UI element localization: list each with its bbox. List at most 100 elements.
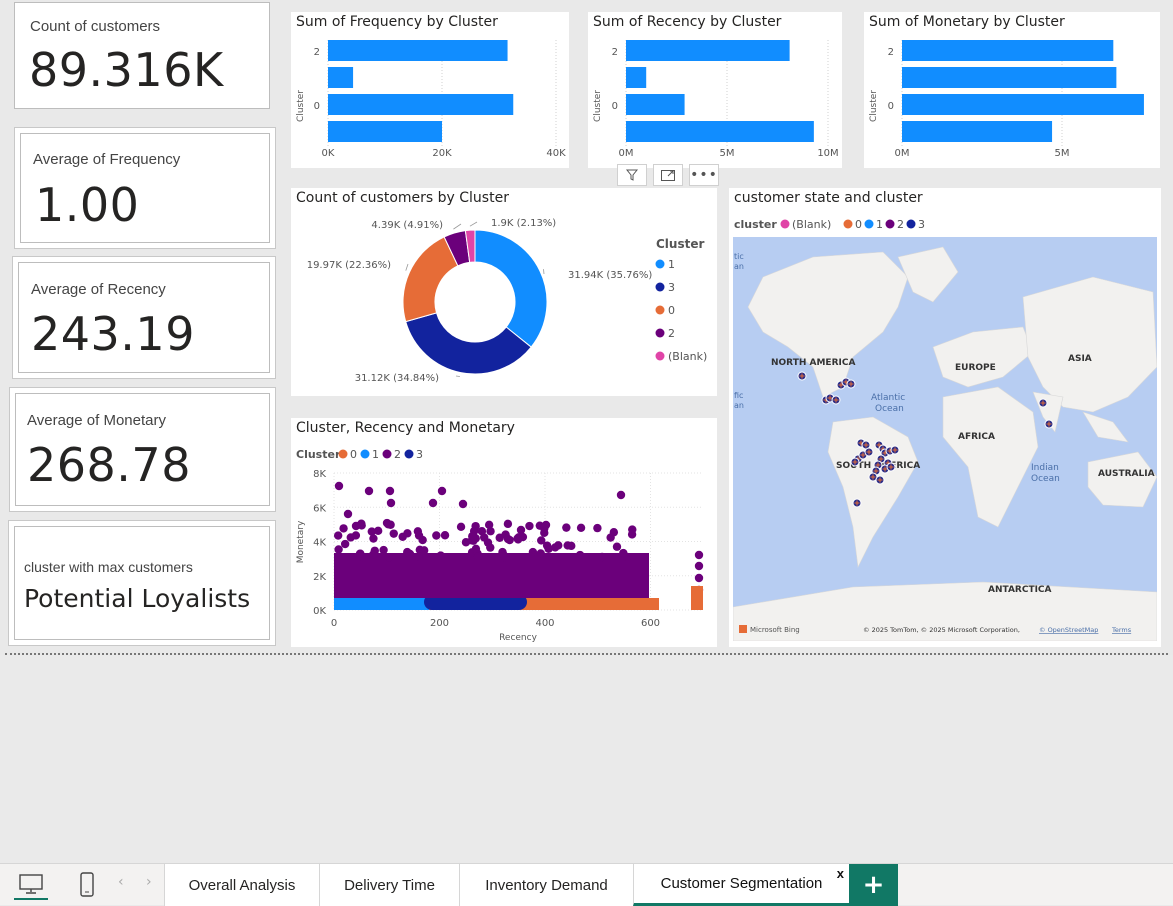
donut-legend-label: 1	[668, 258, 675, 271]
scatter-point-cluster-2	[369, 534, 377, 542]
donut-slice-cluster-1	[475, 230, 547, 347]
scatter-legend-marker	[383, 450, 392, 459]
scatter-point-cluster-2	[437, 551, 445, 559]
map-edge-label: an	[734, 401, 744, 410]
more-options-icon[interactable]: •••	[689, 164, 719, 186]
kpi-max-cluster-card[interactable]: cluster with max customers Potential Loy…	[14, 526, 270, 640]
scatter-chart-card[interactable]: Cluster, Recency and Monetary Cluster012…	[291, 418, 717, 647]
tab-customer-segmentation[interactable]: Customer Segmentation x	[633, 864, 849, 906]
donut-data-label: 1.9K (2.13%)	[491, 218, 556, 229]
kpi-avg-frequency-value: 1.00	[35, 178, 139, 232]
close-tab-icon[interactable]: x	[837, 866, 844, 881]
desktop-view-icon[interactable]	[14, 870, 48, 900]
map-legend-label: 2	[897, 218, 904, 231]
frequency-bar-cluster-0	[328, 121, 442, 142]
scatter-point-cluster-2	[562, 523, 570, 531]
scatter-point-cluster-2	[480, 533, 488, 541]
donut-legend-marker	[656, 306, 665, 315]
recency-bar-cluster-0	[626, 121, 814, 142]
monetary-bar-chart[interactable]: Sum of Monetary by Cluster Cluster200M5M	[864, 12, 1160, 168]
frequency-x-tick: 0K	[322, 148, 335, 159]
add-page-button[interactable]: +	[849, 864, 898, 906]
map-copyright: © 2025 TomTom, © 2025 Microsoft Corporat…	[863, 626, 1020, 634]
frequency-bar-cluster-2	[328, 67, 353, 88]
scatter-point-cluster-2	[525, 522, 533, 530]
monetary-y-axis-label: Cluster	[869, 90, 879, 122]
map-legend-label: 1	[876, 218, 883, 231]
kpi-max-cluster-label: cluster with max customers	[24, 559, 193, 575]
tab-label: Customer Segmentation	[661, 875, 823, 892]
mobile-view-icon[interactable]	[72, 870, 102, 900]
scatter-band-cluster-0	[691, 586, 703, 610]
scatter-point-cluster-2	[334, 531, 342, 539]
donut-legend-marker	[656, 283, 665, 292]
scatter-point-cluster-2	[593, 524, 601, 532]
kpi-avg-recency-card[interactable]: Average of Recency 243.19	[18, 262, 270, 373]
terms-link: Terms	[1111, 626, 1132, 634]
map-edge-label: an	[734, 262, 744, 271]
donut-chart-card[interactable]: Count of customers by Cluster 31.94K (35…	[291, 188, 717, 396]
map-card[interactable]: customer state and cluster cluster(Blank…	[729, 188, 1161, 647]
scatter-point-cluster-2	[606, 533, 614, 541]
recency-x-tick: 10M	[817, 148, 838, 159]
scatter-point-cluster-2	[536, 549, 544, 557]
monetary-x-tick: 0M	[895, 148, 910, 159]
scatter-point-cluster-2	[613, 543, 621, 551]
focus-mode-icon[interactable]	[653, 164, 683, 186]
scatter-point-cluster-2	[468, 532, 476, 540]
bing-logo-icon	[739, 625, 747, 633]
filter-icon[interactable]	[617, 164, 647, 186]
recency-bar-chart[interactable]: Sum of Recency by Cluster Cluster200M5M1…	[588, 12, 842, 168]
page-boundary-line	[5, 653, 1168, 655]
scatter-point-cluster-2	[514, 535, 522, 543]
tab-label: Inventory Demand	[485, 877, 608, 894]
scatter-point-cluster-2	[385, 553, 393, 561]
scatter-point-cluster-2	[432, 531, 440, 539]
scatter-y-tick: 6K	[313, 503, 326, 514]
map-legend-title: cluster	[734, 218, 777, 231]
europe-landmass	[933, 327, 1033, 387]
tab-inventory-demand[interactable]: Inventory Demand	[459, 864, 633, 906]
map-legend-label: (Blank)	[792, 218, 831, 231]
tab-scroll-left-icon[interactable]: ‹	[118, 874, 124, 890]
map-area[interactable]: NORTH AMERICAEUROPEASIAAFRICASOUTH AMERI…	[733, 237, 1157, 641]
report-canvas: Count of customers 89.316K Average of Fr…	[0, 0, 1173, 655]
map-edge-label: fic	[734, 391, 743, 400]
scatter-point-cluster-2	[628, 530, 636, 538]
scatter-point-cluster-2	[379, 546, 387, 554]
scatter-point-cluster-2	[415, 531, 423, 539]
scatter-point-cluster-2	[339, 524, 347, 532]
donut-legend-marker	[656, 260, 665, 269]
scatter-band-cluster-1	[334, 598, 429, 610]
africa-landmass	[943, 387, 1038, 527]
frequency-bar-chart[interactable]: Sum of Frequency by Cluster Cluster200K2…	[291, 12, 569, 168]
scatter-point-cluster-2	[529, 548, 537, 556]
kpi-avg-frequency-card[interactable]: Average of Frequency 1.00	[20, 133, 270, 243]
kpi-count-customers-card[interactable]: Count of customers 89.316K	[14, 2, 270, 109]
map-continent-label: ANTARCTICA	[988, 585, 1052, 595]
kpi-max-cluster-value: Potential Loyalists	[24, 584, 250, 613]
tab-delivery-time[interactable]: Delivery Time	[319, 864, 459, 906]
scatter-point-cluster-2	[403, 548, 411, 556]
scatter-point-cluster-2	[563, 541, 571, 549]
recency-y-tick: 2	[612, 47, 618, 58]
scatter-point-cluster-2	[619, 549, 627, 557]
map-ocean-label: Atlantic	[871, 393, 905, 403]
scatter-y-tick: 0K	[313, 606, 326, 617]
scatter-x-axis-label: Recency	[499, 633, 538, 643]
map-legend-label: 0	[855, 218, 862, 231]
map-continent-label: AFRICA	[958, 432, 995, 442]
map-continent-label: AUSTRALIA	[1098, 469, 1155, 479]
kpi-avg-monetary-card[interactable]: Average of Monetary 268.78	[15, 393, 270, 506]
recency-bar-cluster-3	[626, 40, 790, 61]
frequency-bar-cluster-1	[328, 94, 513, 115]
tab-label: Overall Analysis	[189, 877, 296, 894]
monetary-bar-cluster-1	[902, 94, 1144, 115]
scatter-point-cluster-2	[386, 487, 394, 495]
tab-scroll-right-icon[interactable]: ›	[146, 874, 152, 890]
scatter-legend-label: 3	[416, 448, 423, 461]
scatter-point-cluster-2	[576, 551, 584, 559]
kpi-count-customers-value: 89.316K	[29, 43, 224, 97]
tab-overall-analysis[interactable]: Overall Analysis	[164, 864, 319, 906]
frequency-x-tick: 20K	[432, 148, 452, 159]
